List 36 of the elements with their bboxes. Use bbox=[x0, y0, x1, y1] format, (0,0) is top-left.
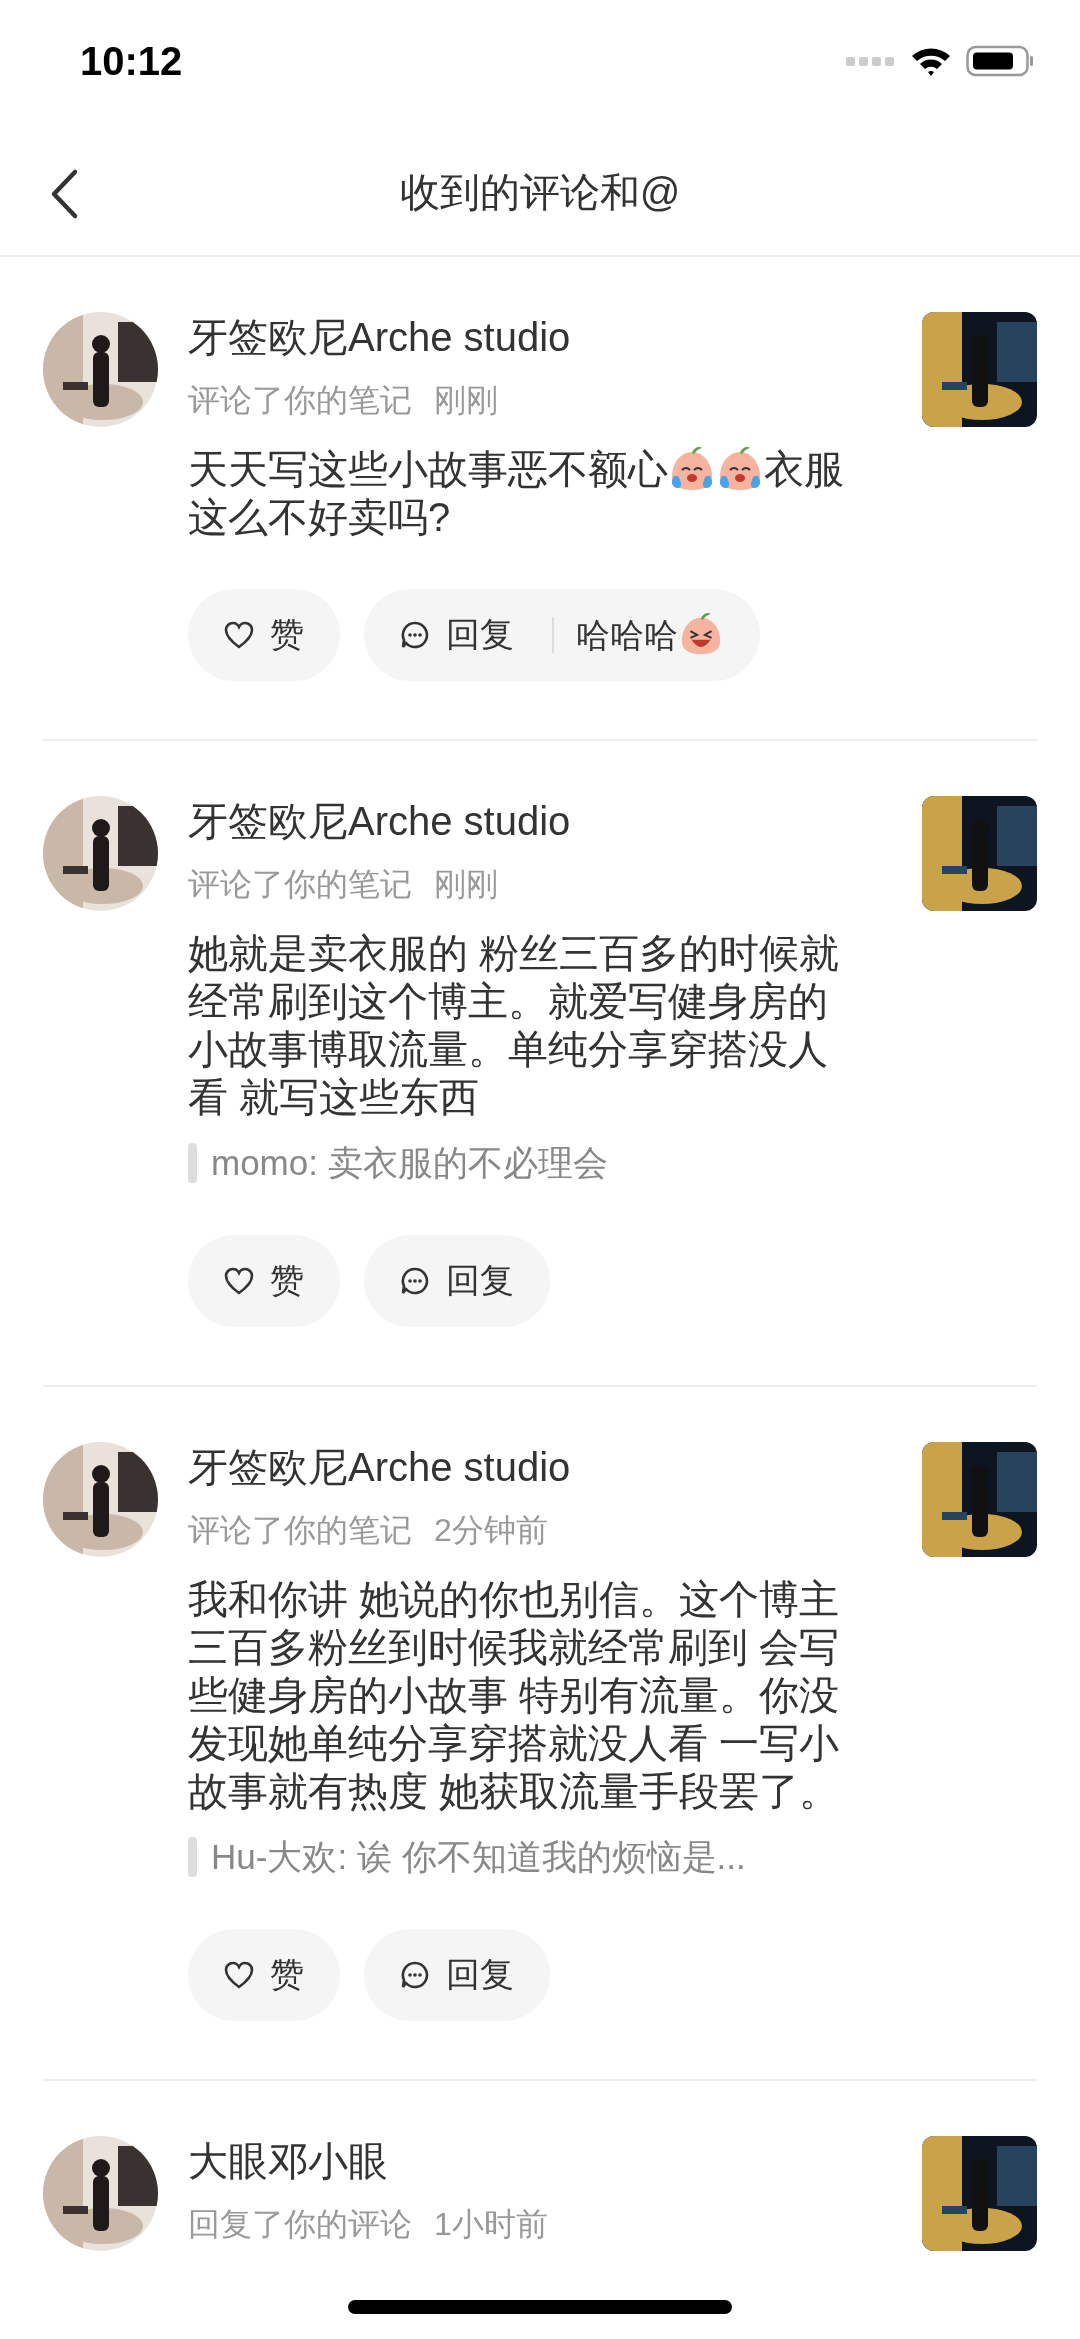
like-button[interactable]: 赞 bbox=[188, 1235, 340, 1327]
quote-bar bbox=[188, 1143, 197, 1183]
reply-button[interactable]: 回复 bbox=[364, 1929, 550, 2021]
comment-text: 我和你讲 她说的你也别信。这个博主三百多粉丝到时候我就经常刷到 会写些健身房的小故事 特别有流量。你没发现她单纯分享穿搭就没人看 一写小故事就有热度 她获取流量手段罢了。 bbox=[188, 1576, 841, 1815]
quick-reply[interactable]: 哈哈哈 bbox=[576, 611, 724, 659]
quote-bar bbox=[188, 1837, 197, 1877]
action-text: 评论了你的笔记 bbox=[188, 381, 412, 420]
reply-button[interactable]: 回复 bbox=[364, 1235, 550, 1327]
user-name[interactable]: 牙签欧尼Arche studio bbox=[188, 796, 571, 846]
user-name[interactable]: 牙签欧尼Arche studio bbox=[188, 1442, 571, 1492]
time-text: 2分钟前 bbox=[434, 1511, 548, 1550]
like-button[interactable]: 赞 bbox=[188, 1929, 340, 2021]
signal-icon bbox=[846, 55, 896, 67]
battery-icon bbox=[966, 45, 1034, 77]
chat-bubble-icon bbox=[400, 1266, 430, 1296]
action-text: 评论了你的笔记 bbox=[188, 1511, 412, 1550]
time-text: 刚刚 bbox=[434, 865, 498, 904]
reply-button[interactable]: 回复 哈哈哈 bbox=[364, 589, 760, 681]
quoted-reply: momo: 卖衣服的不必理会 bbox=[211, 1142, 608, 1184]
quoted-reply: Hu-大欢: 诶 你不知道我的烦恼是... bbox=[211, 1836, 746, 1878]
heart-icon bbox=[224, 1267, 254, 1295]
time-text: 1小时前 bbox=[434, 2205, 548, 2244]
heart-icon bbox=[224, 621, 254, 649]
comment-text: 她就是卖衣服的 粉丝三百多的时候就经常刷到这个博主。就爱写健身房的小故事博取流量。单纯分享穿搭没人看 就写这些东西 bbox=[188, 930, 841, 1121]
like-button[interactable]: 赞 bbox=[188, 589, 340, 681]
action-text: 回复了你的评论 bbox=[188, 2205, 412, 2244]
heart-icon bbox=[224, 1961, 254, 1989]
chat-bubble-icon bbox=[400, 620, 430, 650]
chat-bubble-icon bbox=[400, 1960, 430, 1990]
time-text: 刚刚 bbox=[434, 381, 498, 420]
page-title: 收到的评论和@ bbox=[399, 169, 681, 216]
action-text: 评论了你的笔记 bbox=[188, 865, 412, 904]
comment-text: 天天写这些小故事恶不额心 衣服这么不好卖吗? bbox=[188, 445, 845, 541]
user-name[interactable]: 大眼邓小眼 bbox=[188, 2136, 388, 2186]
user-name[interactable]: 牙签欧尼Arche studio bbox=[188, 312, 571, 362]
status-time: 10:12 bbox=[80, 38, 183, 84]
